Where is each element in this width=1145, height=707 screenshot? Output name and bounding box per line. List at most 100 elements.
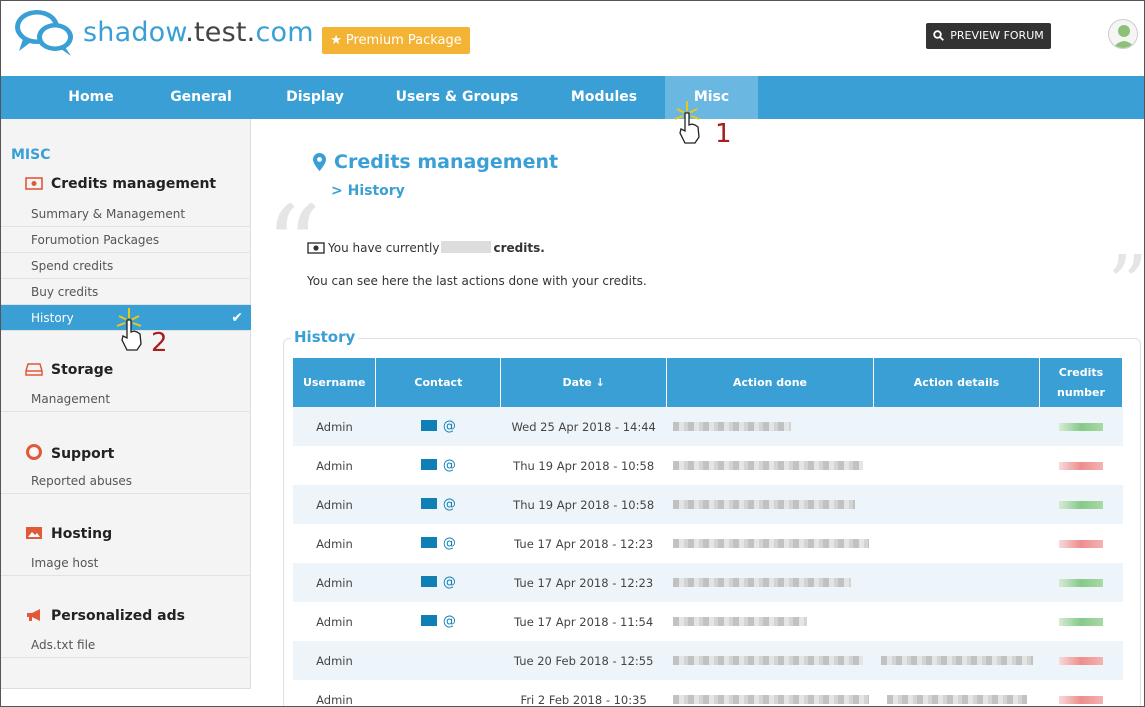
sidebar-item-label: History <box>31 311 74 325</box>
cell-date: Tue 17 Apr 2018 - 11:54 <box>500 602 667 641</box>
cell-credits-blurred <box>1039 563 1123 602</box>
cell-username[interactable]: Admin <box>293 641 376 680</box>
drive-icon <box>25 363 43 376</box>
history-table: Username Contact Date ↓ Action done Acti… <box>293 358 1124 706</box>
sidebar-group-hosting[interactable]: Hosting <box>25 526 112 542</box>
sidebar-item-spend-credits[interactable]: Spend credits <box>1 253 251 279</box>
cell-action-details-blurred <box>873 485 1040 524</box>
arrow-down-icon: ↓ <box>595 376 605 389</box>
admin-panel-window: shadow.test.com ★ Premium Package PREVIEW… <box>0 0 1145 707</box>
cell-action-done-blurred <box>666 602 874 641</box>
at-sign-icon[interactable]: @ <box>443 419 456 434</box>
cell-action-details-blurred <box>873 641 1040 680</box>
user-silhouette-icon <box>1113 25 1135 48</box>
col-username[interactable]: Username <box>293 358 377 407</box>
envelope-icon[interactable] <box>420 459 437 470</box>
step-number-1: 1 <box>715 119 732 149</box>
cell-username[interactable]: Admin <box>293 485 376 524</box>
nav-users-groups[interactable]: Users & Groups <box>387 76 527 119</box>
col-date[interactable]: Date ↓ <box>500 358 668 407</box>
sidebar-group-personalized-ads[interactable]: Personalized ads <box>25 608 185 624</box>
sidebar-item-summary-management[interactable]: Summary & Management <box>1 201 251 227</box>
table-row: Admin Tue 20 Feb 2018 - 12:55 <box>293 641 1123 680</box>
cell-date: Thu 19 Apr 2018 - 10:58 <box>500 485 667 524</box>
user-avatar[interactable] <box>1108 19 1138 49</box>
sidebar-item-forumotion-packages[interactable]: Forumotion Packages <box>1 227 251 253</box>
at-sign-icon[interactable]: @ <box>443 497 456 512</box>
cell-username[interactable]: Admin <box>293 524 376 563</box>
sidebar-group-credits[interactable]: Credits management <box>25 176 216 192</box>
cell-date: Fri 2 Feb 2018 - 10:35 <box>500 680 667 706</box>
sidebar-item-storage-management[interactable]: Management <box>1 386 251 412</box>
breadcrumb-history[interactable]: > History <box>331 183 405 199</box>
sidebar-section-title: MISC <box>11 147 51 163</box>
site-logo-text[interactable]: shadow.test.com <box>83 17 314 48</box>
at-sign-icon[interactable]: @ <box>443 614 456 629</box>
nav-home[interactable]: Home <box>41 76 141 119</box>
col-credits-number[interactable]: Credits number <box>1039 358 1124 407</box>
cell-username[interactable]: Admin <box>293 446 376 485</box>
close-quote-decoration: ” <box>1107 238 1145 331</box>
sidebar-item-ads-txt[interactable]: Ads.txt file <box>1 632 251 658</box>
history-legend: History <box>291 328 359 346</box>
envelope-icon[interactable] <box>420 576 437 587</box>
cell-credits-blurred <box>1039 602 1123 641</box>
cell-date: Tue 17 Apr 2018 - 12:23 <box>500 563 667 602</box>
envelope-icon[interactable] <box>420 537 437 548</box>
col-contact[interactable]: Contact <box>375 358 502 407</box>
sidebar-group-support[interactable]: Support <box>25 444 114 462</box>
cell-contact: @ <box>375 524 501 563</box>
cell-action-details-blurred <box>873 524 1040 563</box>
envelope-icon[interactable] <box>420 420 437 431</box>
col-action-done[interactable]: Action done <box>666 358 875 407</box>
lifebuoy-icon <box>26 444 42 460</box>
cell-credits-blurred <box>1039 680 1123 706</box>
credit-amount-blurred <box>441 241 492 253</box>
map-pin-icon <box>313 153 326 171</box>
sidebar-group-storage[interactable]: Storage <box>25 362 113 378</box>
envelope-icon[interactable] <box>420 615 437 626</box>
preview-forum-button[interactable]: PREVIEW FORUM <box>926 23 1051 49</box>
cell-action-details-blurred <box>873 602 1040 641</box>
premium-package-button[interactable]: ★ Premium Package <box>322 27 470 54</box>
cell-date: Wed 25 Apr 2018 - 14:44 <box>500 407 667 446</box>
nav-general[interactable]: General <box>151 76 251 119</box>
cell-date: Tue 17 Apr 2018 - 12:23 <box>500 524 667 563</box>
cell-action-done-blurred <box>666 641 874 680</box>
cell-action-done-blurred <box>666 485 874 524</box>
cell-date: Thu 19 Apr 2018 - 10:58 <box>500 446 667 485</box>
megaphone-icon <box>27 609 40 621</box>
at-sign-icon[interactable]: @ <box>443 575 456 590</box>
banknote-icon <box>307 242 325 254</box>
nav-modules[interactable]: Modules <box>554 76 654 119</box>
checkmark-icon: ✔ <box>231 310 243 326</box>
cell-action-details-blurred <box>873 563 1040 602</box>
cell-contact: @ <box>375 563 501 602</box>
cell-username[interactable]: Admin <box>293 563 376 602</box>
col-action-details[interactable]: Action details <box>873 358 1040 407</box>
nav-display[interactable]: Display <box>265 76 365 119</box>
table-row: Admin @ Tue 17 Apr 2018 - 11:54 <box>293 602 1123 641</box>
cell-username[interactable]: Admin <box>293 602 376 641</box>
cell-username[interactable]: Admin <box>293 407 376 446</box>
cell-contact <box>375 641 501 680</box>
cell-action-done-blurred <box>666 563 874 602</box>
table-row: Admin @ Tue 17 Apr 2018 - 12:23 <box>293 563 1123 602</box>
sidebar-item-reported-abuses[interactable]: Reported abuses <box>1 468 251 494</box>
sidebar-item-image-host[interactable]: Image host <box>1 550 251 576</box>
cell-contact: @ <box>375 602 501 641</box>
image-icon <box>26 527 42 539</box>
credit-balance-text: You have currently credits. <box>307 241 545 255</box>
sidebar-item-buy-credits[interactable]: Buy credits <box>1 279 251 305</box>
cell-action-done-blurred <box>666 680 874 706</box>
main-nav: Home General Display Users & Groups Modu… <box>1 76 1144 119</box>
cell-username[interactable]: Admin <box>293 680 376 706</box>
cell-action-details-blurred <box>873 446 1040 485</box>
history-info-text: You can see here the last actions done w… <box>307 274 647 288</box>
pointer-cursor-icon <box>116 308 142 351</box>
cell-action-done-blurred <box>666 524 874 563</box>
cell-contact <box>375 680 501 706</box>
envelope-icon[interactable] <box>420 498 437 509</box>
at-sign-icon[interactable]: @ <box>443 458 456 473</box>
at-sign-icon[interactable]: @ <box>443 536 456 551</box>
